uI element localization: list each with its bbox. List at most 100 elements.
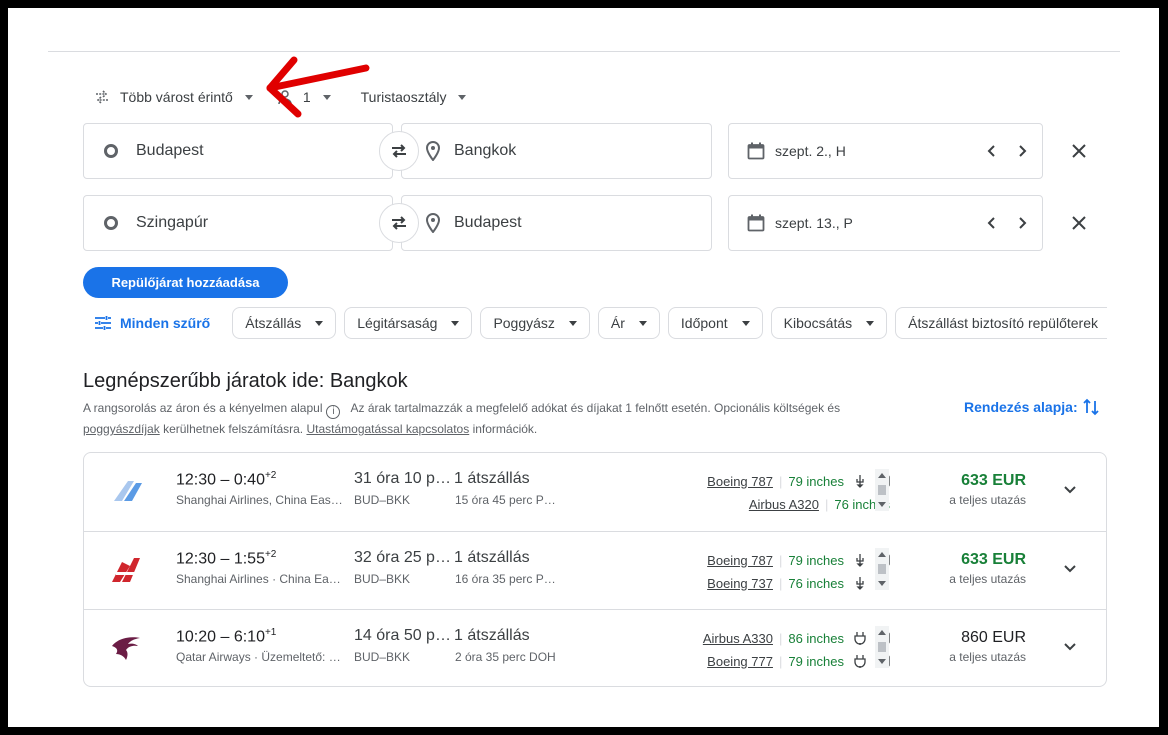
aircraft-link[interactable]: Boeing 787	[707, 553, 773, 568]
red-arrow-annotation	[266, 56, 370, 118]
price-note: kerülhetnek felszámításra.	[163, 422, 304, 436]
aircraft-info: Boeing 787 | 79 inches	[630, 471, 890, 491]
swap-icon	[392, 144, 406, 158]
tune-icon	[94, 315, 112, 331]
stops-count: 1 átszállás	[454, 549, 530, 566]
price-note: információk.	[472, 422, 538, 436]
aircraft-scrollbar[interactable]	[875, 469, 889, 511]
flight-result-row[interactable]: 10:20 – 6:10+1 Qatar Airways · Üzemeltet…	[84, 609, 1106, 686]
aircraft-link[interactable]: Boeing 737	[707, 576, 773, 591]
multi-city-icon	[92, 87, 112, 107]
price-note: a teljes utazás	[949, 650, 1026, 664]
aircraft-info: Boeing 737 | 76 inches	[606, 573, 866, 593]
chevron-down-icon	[451, 320, 460, 326]
expand-chevron-icon[interactable]	[1062, 481, 1078, 497]
chevron-down-icon	[866, 320, 875, 326]
all-filters-button[interactable]: Minden szűrő	[94, 315, 210, 331]
add-flight-button[interactable]: Repülőjárat hozzáadása	[83, 267, 288, 298]
flight-duration: 32 óra 25 perc	[354, 549, 454, 566]
usb-icon	[854, 553, 866, 567]
chip-label: Légitársaság	[357, 315, 438, 331]
price: 633 EUR	[961, 551, 1026, 568]
calendar-icon	[747, 214, 765, 232]
price: 633 EUR	[961, 472, 1026, 489]
sort-button[interactable]: Rendezés alapja:	[964, 397, 1100, 417]
sort-label: Rendezés alapja:	[964, 399, 1078, 415]
flight-result-row[interactable]: 12:30 – 0:40+2 Shanghai Airlines, China …	[84, 453, 1106, 531]
chip-label: Átszállás	[245, 315, 302, 331]
origin-icon	[104, 216, 118, 230]
filter-chip-price[interactable]: Ár	[597, 307, 660, 339]
flight-duration: 31 óra 10 perc	[354, 470, 454, 487]
remove-leg-button[interactable]	[1067, 139, 1091, 163]
aircraft-info: Airbus A330 | 86 inches	[630, 628, 890, 648]
next-date-button[interactable]	[1014, 215, 1030, 231]
chevron-down-icon	[741, 320, 750, 326]
flight-result-row[interactable]: 12:30 – 1:55+2 Shanghai Airlines · China…	[84, 531, 1106, 609]
filter-bar: Minden szűrő Átszállás Légitársaság Pogg…	[94, 307, 1107, 339]
date-value: szept. 13., P	[775, 215, 853, 231]
departure-date-field[interactable]: szept. 2., H	[728, 123, 1043, 179]
qatar-airways-logo	[112, 637, 140, 660]
info-icon[interactable]: i	[326, 405, 341, 419]
filter-chip-emissions[interactable]: Kibocsátás	[770, 307, 888, 339]
times-text: 10:20 – 6:10	[176, 628, 265, 646]
airline-name: Shanghai Airlines · China Eastern	[176, 572, 346, 586]
power-icon	[854, 631, 866, 645]
previous-date-button[interactable]	[984, 215, 1000, 231]
legroom: 79 inches	[788, 653, 844, 669]
day-offset: +2	[264, 549, 277, 560]
all-filters-label: Minden szűrő	[120, 315, 211, 331]
flight-times: 10:20 – 6:10+1	[176, 627, 276, 646]
trip-type-label: Több várost érintő	[120, 89, 233, 105]
baggage-fees-link[interactable]: poggyászdíjak	[83, 422, 160, 436]
airline-name: Qatar Airways · Üzemeltető: Qatar Airway…	[176, 650, 346, 664]
aircraft-link[interactable]: Airbus A330	[703, 631, 773, 646]
aircraft-scrollbar[interactable]	[875, 548, 889, 590]
departure-date-field[interactable]: szept. 13., P	[728, 195, 1043, 251]
trip-type-dropdown[interactable]: Több várost érintő	[92, 87, 253, 107]
destination-field[interactable]: Budapest	[401, 195, 712, 251]
previous-date-button[interactable]	[984, 143, 1000, 159]
filter-chip-times[interactable]: Időpont	[667, 307, 763, 339]
price-disclaimer: A rangsorolás az áron és a kényelmen ala…	[83, 398, 913, 439]
destination-value: Bangkok	[454, 142, 517, 159]
chevron-down-icon	[458, 94, 467, 100]
swap-button[interactable]	[379, 203, 419, 243]
calendar-icon	[747, 142, 765, 160]
ranking-text: A rangsorolás az áron és a kényelmen ala…	[83, 401, 323, 415]
filter-chip-airlines[interactable]: Légitársaság	[344, 307, 473, 339]
usb-icon	[854, 576, 866, 590]
legroom: 76 inches	[788, 575, 844, 591]
destination-field[interactable]: Bangkok	[401, 123, 712, 179]
flight-route: BUD–BKK	[354, 572, 411, 586]
expand-chevron-icon[interactable]	[1062, 560, 1078, 576]
aircraft-scrollbar[interactable]	[875, 626, 889, 668]
swap-button[interactable]	[379, 131, 419, 171]
chip-label: Ár	[610, 315, 625, 331]
chevron-down-icon	[315, 320, 324, 326]
aircraft-info: Airbus A320 | 76 inches	[748, 496, 890, 512]
location-pin-icon	[426, 213, 440, 233]
expand-chevron-icon[interactable]	[1062, 638, 1078, 654]
passenger-assistance-link[interactable]: Utastámogatással kapcsolatos	[306, 422, 469, 436]
usb-icon	[854, 474, 866, 488]
layover-info: 15 óra 45 perc PVG	[455, 493, 559, 507]
next-date-button[interactable]	[1014, 143, 1030, 159]
flight-times: 12:30 – 0:40+2	[176, 470, 276, 489]
flight-route: BUD–BKK	[354, 650, 411, 664]
origin-field[interactable]: Szingapúr	[83, 195, 393, 251]
date-value: szept. 2., H	[775, 143, 846, 159]
aircraft-link[interactable]: Boeing 777	[707, 654, 773, 669]
filter-chip-connecting-airports[interactable]: Átszállást biztosító repülőterek	[895, 307, 1107, 339]
filter-chip-stops[interactable]: Átszállás	[232, 307, 337, 339]
aircraft-link[interactable]: Boeing 787	[707, 474, 773, 489]
filter-chip-bags[interactable]: Poggyász	[480, 307, 590, 339]
sort-icon	[1082, 397, 1100, 417]
close-icon	[1072, 216, 1086, 230]
chip-label: Poggyász	[493, 315, 555, 331]
legroom: 79 inches	[788, 552, 844, 568]
aircraft-link[interactable]: Airbus A320	[749, 497, 819, 512]
origin-field[interactable]: Budapest	[83, 123, 393, 179]
remove-leg-button[interactable]	[1067, 211, 1091, 235]
